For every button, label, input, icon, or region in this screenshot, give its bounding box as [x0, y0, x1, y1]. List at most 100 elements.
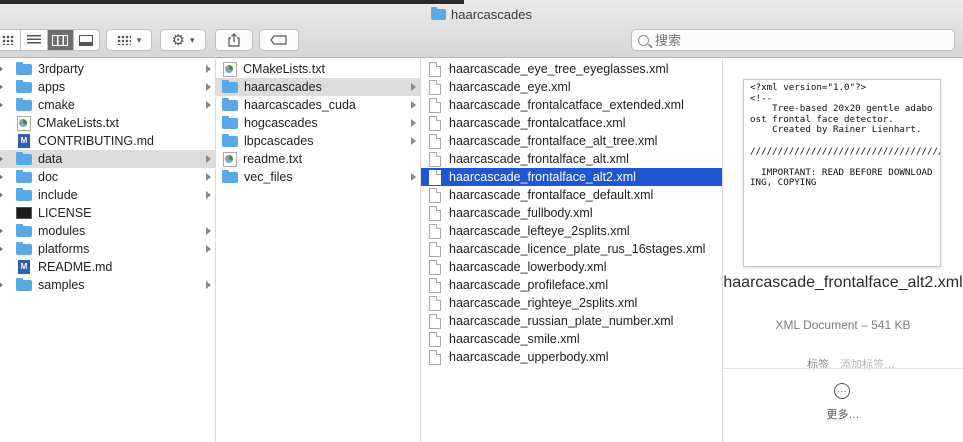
list-item[interactable]: haarcascade_eye.xml	[421, 78, 722, 96]
item-name: data	[38, 152, 63, 166]
list-item[interactable]: M CONTRIBUTING.md	[0, 132, 215, 150]
preview-file-kind: XML Document – 541 KB	[775, 318, 911, 332]
list-item[interactable]: haarcascade_righteye_2splits.xml	[421, 294, 722, 312]
list-item[interactable]: haarcascade_frontalface_alt2.xml	[421, 168, 722, 186]
item-name: haarcascade_lowerbody.xml	[449, 260, 607, 274]
chevron-right-icon	[411, 101, 416, 109]
disclosure-icon	[0, 245, 3, 253]
item-name: 3rdparty	[38, 62, 84, 76]
list-item[interactable]: haarcascade_licence_plate_rus_16stages.x…	[421, 240, 722, 258]
share-button[interactable]	[215, 29, 253, 51]
list-item[interactable]: hogcascades	[216, 114, 420, 132]
document-icon	[429, 79, 441, 95]
chevron-right-icon	[411, 173, 416, 181]
list-item[interactable]: haarcascades	[216, 78, 420, 96]
more-icon[interactable]: ···	[834, 383, 850, 399]
list-item[interactable]: apps	[0, 78, 215, 96]
preview-content: <?xml version="1.0"?> <!-- Tree-based 20…	[750, 82, 940, 189]
document-icon	[429, 295, 441, 311]
title-bar: haarcascades ▾ ⚙ ▾	[0, 0, 963, 58]
preview-file-name: haarcascade_frontalface_alt2.xml	[723, 274, 963, 291]
chevron-right-icon	[206, 245, 211, 253]
group-by-button[interactable]: ▾	[106, 29, 152, 51]
document-icon	[429, 349, 441, 365]
action-button[interactable]: ⚙ ▾	[160, 29, 206, 51]
chevron-right-icon	[206, 281, 211, 289]
folder-icon	[16, 277, 32, 291]
list-item[interactable]: haarcascade_fullbody.xml	[421, 204, 722, 222]
list-view-icon	[26, 35, 41, 45]
list-item[interactable]: platforms	[0, 240, 215, 258]
folder-icon	[431, 7, 447, 20]
document-icon	[429, 241, 441, 257]
chevron-down-icon: ▾	[136, 34, 142, 45]
list-item[interactable]: haarcascade_smile.xml	[421, 330, 722, 348]
list-item[interactable]: data	[0, 150, 215, 168]
add-tags-field[interactable]: 添加标签…	[840, 356, 895, 372]
list-item[interactable]: haarcascade_frontalface_alt.xml	[421, 150, 722, 168]
list-item[interactable]: doc	[0, 168, 215, 186]
list-item[interactable]: lbpcascades	[216, 132, 420, 150]
view-mode-segmented-control[interactable]	[0, 29, 100, 51]
list-item[interactable]: include	[0, 186, 215, 204]
list-item[interactable]: 3rdparty	[0, 60, 215, 78]
text-file-icon	[223, 61, 237, 77]
search-field[interactable]	[631, 29, 955, 51]
text-file-icon	[17, 115, 31, 131]
list-item[interactable]: haarcascade_frontalface_alt_tree.xml	[421, 132, 722, 150]
disclosure-icon	[0, 101, 3, 109]
item-name: lbpcascades	[244, 134, 314, 148]
item-name: haarcascade_eye.xml	[449, 80, 571, 94]
list-view-button[interactable]	[21, 30, 48, 50]
list-item[interactable]: haarcascade_frontalcatface.xml	[421, 114, 722, 132]
chevron-right-icon	[411, 83, 416, 91]
file-preview-thumbnail[interactable]: <?xml version="1.0"?> <!-- Tree-based 20…	[743, 79, 941, 267]
list-item[interactable]: haarcascade_frontalface_default.xml	[421, 186, 722, 204]
list-item[interactable]: modules	[0, 222, 215, 240]
item-name: haarcascade_frontalcatface_extended.xml	[449, 98, 684, 112]
list-item[interactable]: haarcascade_profileface.xml	[421, 276, 722, 294]
list-item[interactable]: haarcascade_frontalcatface_extended.xml	[421, 96, 722, 114]
edit-tags-button[interactable]	[259, 29, 299, 51]
list-item[interactable]: haarcascade_eye_tree_eyeglasses.xml	[421, 60, 722, 78]
list-item[interactable]: CMakeLists.txt	[0, 114, 215, 132]
folder-icon	[16, 97, 32, 111]
item-name: LICENSE	[38, 206, 92, 220]
item-name: haarcascade_eye_tree_eyeglasses.xml	[449, 62, 669, 76]
chevron-down-icon: ▾	[189, 34, 195, 45]
search-input[interactable]	[655, 32, 935, 48]
list-item[interactable]: LICENSE	[0, 204, 215, 222]
item-name: haarcascade_righteye_2splits.xml	[449, 296, 638, 310]
preview-divider	[723, 368, 963, 369]
chevron-right-icon	[411, 119, 416, 127]
more-button[interactable]: 更多…	[723, 406, 963, 422]
item-name: CONTRIBUTING.md	[38, 134, 154, 148]
column-haarcascades: haarcascade_eye_tree_eyeglasses.xmlhaarc…	[421, 59, 723, 442]
list-item[interactable]: haarcascades_cuda	[216, 96, 420, 114]
item-name: readme.txt	[243, 152, 303, 166]
disclosure-icon	[0, 173, 3, 181]
item-name: haarcascade_frontalcatface.xml	[449, 116, 626, 130]
list-item[interactable]: haarcascade_lowerbody.xml	[421, 258, 722, 276]
gallery-view-button[interactable]	[74, 30, 99, 50]
list-item[interactable]: haarcascade_upperbody.xml	[421, 348, 722, 366]
list-item[interactable]: haarcascade_russian_plate_number.xml	[421, 312, 722, 330]
markdown-file-icon: M	[18, 260, 30, 274]
markdown-file-icon: M	[18, 134, 30, 148]
list-item[interactable]: samples	[0, 276, 215, 294]
document-icon	[429, 151, 441, 167]
item-name: haarcascade_fullbody.xml	[449, 206, 593, 220]
list-item[interactable]: readme.txt	[216, 150, 420, 168]
list-item[interactable]: M README.md	[0, 258, 215, 276]
disclosure-icon	[0, 83, 3, 91]
list-item[interactable]: haarcascade_lefteye_2splits.xml	[421, 222, 722, 240]
list-item[interactable]: cmake	[0, 96, 215, 114]
item-name: haarcascade_russian_plate_number.xml	[449, 314, 674, 328]
folder-icon	[222, 79, 238, 93]
chevron-right-icon	[206, 83, 211, 91]
document-icon	[429, 313, 441, 329]
list-item[interactable]: CMakeLists.txt	[216, 60, 420, 78]
column-view-button[interactable]	[47, 30, 74, 50]
icon-view-button[interactable]	[0, 30, 22, 50]
list-item[interactable]: vec_files	[216, 168, 420, 186]
